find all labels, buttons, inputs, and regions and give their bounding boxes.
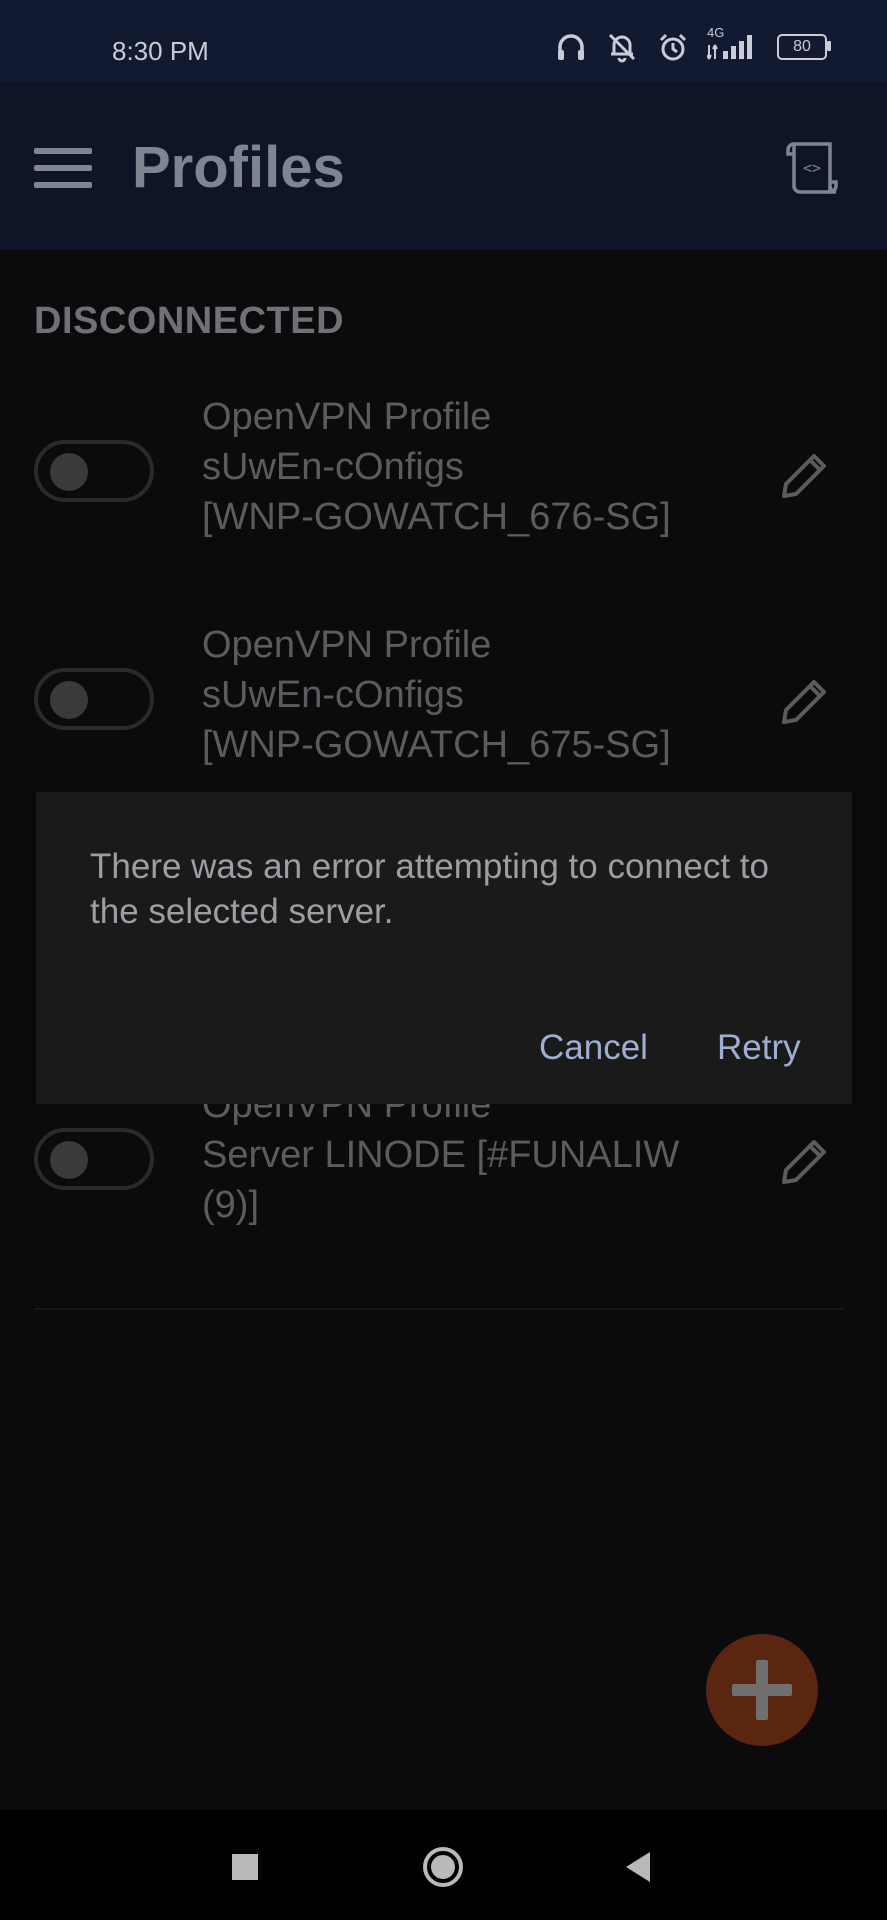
profile-info[interactable]: OpenVPN Profile sUwEn-cOnfigs [WNP-GOWAT… [202,392,762,542]
status-icons: 4G 80 [555,25,831,64]
profile-name-line1: Server LINODE [#FUNALIW [202,1134,680,1176]
edit-pencil-icon[interactable] [776,1132,834,1190]
edit-pencil-icon[interactable] [776,446,834,504]
profile-name-line2: [WNP-GOWATCH_676-SG] [202,496,671,538]
battery-icon: 80 [777,34,831,60]
profile-toggle[interactable] [34,668,154,730]
profile-type: OpenVPN Profile [202,624,492,666]
page-title: Profiles [132,135,345,200]
profile-name-line2: [WNP-GOWATCH_675-SG] [202,724,671,766]
error-dialog: There was an error attempting to connect… [36,792,852,1104]
add-profile-button[interactable] [706,1634,818,1746]
mute-icon [608,33,636,63]
dialog-message: There was an error attempting to connect… [90,847,769,931]
recents-square-icon[interactable] [220,1842,270,1892]
alarm-icon [659,33,687,61]
home-circle-icon[interactable] [418,1842,468,1892]
list-divider [34,1308,844,1310]
status-bar: 8:30 PM 4G 80 [0,0,887,82]
profile-toggle[interactable] [34,1128,154,1190]
profile-name-line1: sUwEn-cOnfigs [202,674,464,716]
status-time: 8:30 PM [112,36,209,66]
retry-button[interactable]: Retry [717,1028,801,1068]
edit-pencil-icon[interactable] [776,672,834,730]
profile-name-line1: sUwEn-cOnfigs [202,446,464,488]
profile-toggle[interactable] [34,440,154,502]
profile-name-line2: (9)] [202,1184,259,1226]
svg-text:<>: <> [803,159,821,177]
back-triangle-icon[interactable] [614,1842,664,1892]
hamburger-icon[interactable] [34,148,92,188]
battery-level: 80 [793,38,811,55]
import-script-icon[interactable]: <> [780,140,846,196]
headphones-icon [558,34,584,60]
cancel-button[interactable]: Cancel [539,1028,648,1068]
profile-type: OpenVPN Profile [202,396,492,438]
network-type: 4G [707,25,759,61]
profile-info[interactable]: OpenVPN Profile sUwEn-cOnfigs [WNP-GOWAT… [202,620,762,770]
section-title: DISCONNECTED [34,300,345,342]
